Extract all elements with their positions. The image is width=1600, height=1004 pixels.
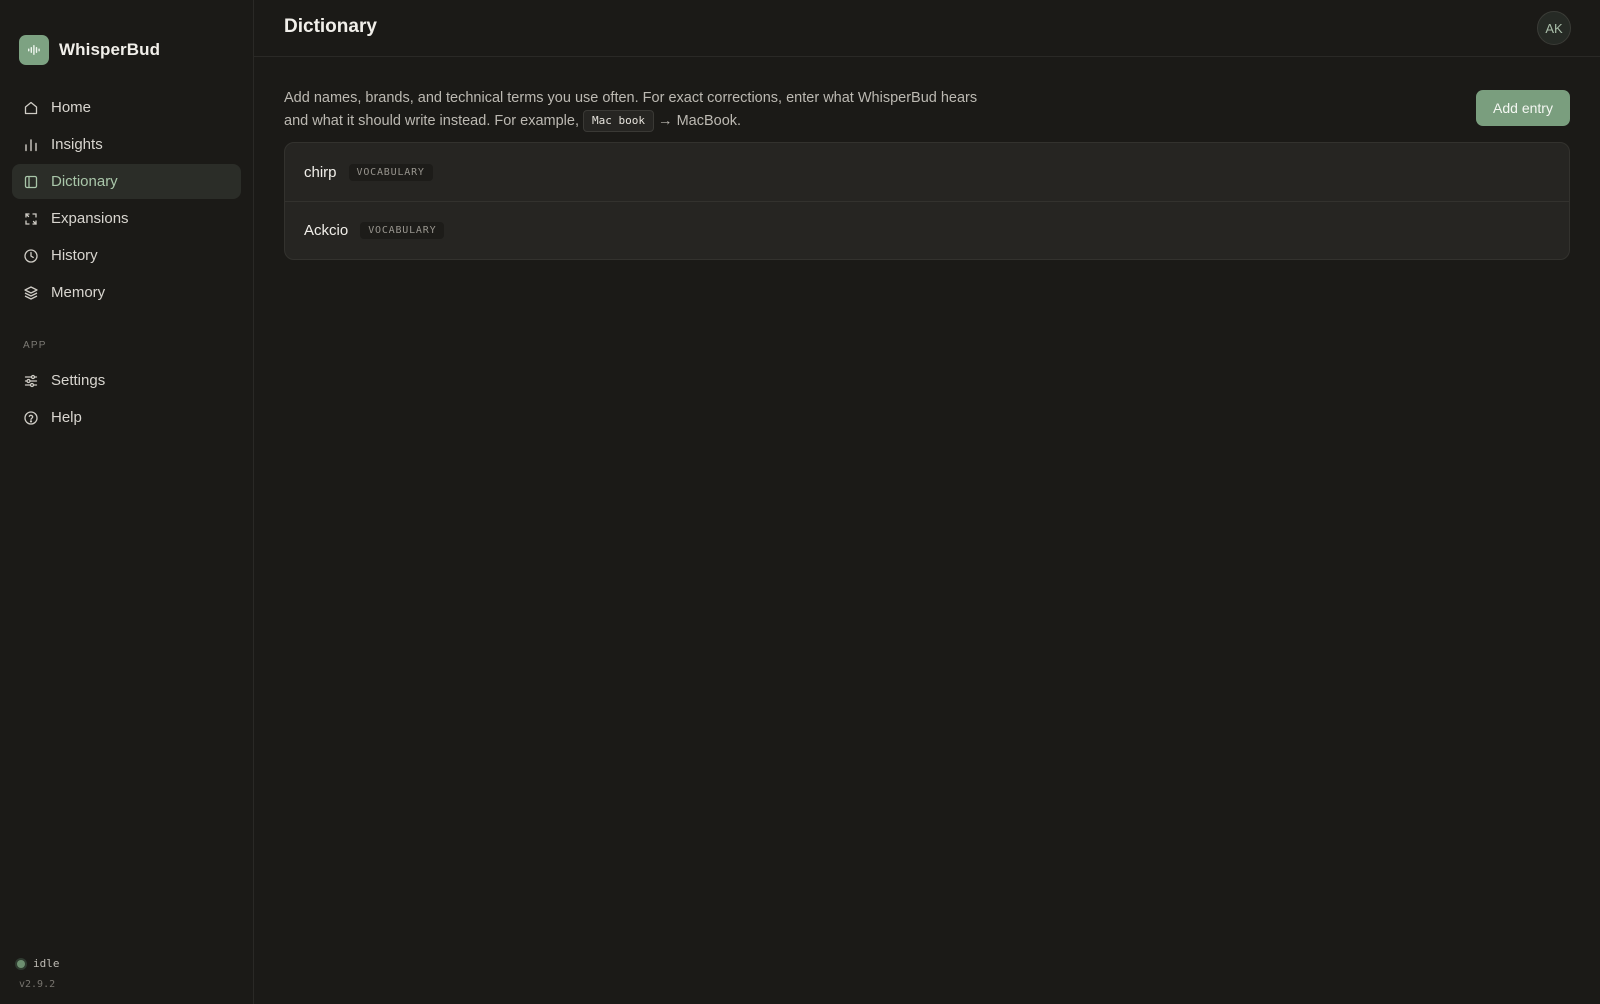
sidebar-item-settings[interactable]: Settings — [12, 363, 241, 398]
sidebar-item-history[interactable]: History — [12, 238, 241, 273]
dictionary-list: chirp VOCABULARY Ackcio VOCABULARY — [284, 142, 1570, 260]
layers-icon — [23, 285, 39, 301]
book-icon — [23, 174, 39, 190]
sidebar: WhisperBud Home Insights Dictionary Expa… — [0, 0, 254, 1004]
entry-type-badge: VOCABULARY — [360, 222, 445, 239]
example-written: MacBook. — [676, 113, 742, 129]
list-item[interactable]: chirp VOCABULARY — [285, 143, 1569, 201]
sliders-icon — [23, 373, 39, 389]
sidebar-item-label: Dictionary — [51, 173, 118, 190]
help-circle-icon — [23, 410, 39, 426]
list-item[interactable]: Ackcio VOCABULARY — [285, 201, 1569, 259]
sidebar-item-label: Home — [51, 99, 92, 116]
avatar[interactable]: AK — [1537, 11, 1571, 45]
sidebar-item-label: Settings — [51, 372, 106, 389]
sidebar-item-label: Memory — [51, 284, 106, 301]
sidebar-item-label: Insights — [51, 136, 103, 153]
brand[interactable]: WhisperBud — [12, 24, 241, 76]
sidebar-item-dictionary[interactable]: Dictionary — [12, 164, 241, 199]
sidebar-item-insights[interactable]: Insights — [12, 127, 241, 162]
expand-icon — [23, 211, 39, 227]
app-window: WhisperBud Home Insights Dictionary Expa… — [0, 0, 1600, 1004]
status-text: idle — [33, 957, 60, 970]
clock-icon — [23, 248, 39, 264]
entry-term: chirp — [304, 163, 337, 181]
top-bar: Dictionary AK — [254, 0, 1600, 57]
dictionary-content: Add names, brands, and technical terms y… — [254, 57, 1600, 260]
main-panel: Dictionary AK Add names, brands, and tec… — [254, 0, 1600, 1004]
sidebar-item-label: Expansions — [51, 210, 129, 227]
add-entry-button[interactable]: Add entry — [1476, 90, 1570, 126]
main-nav: Home Insights Dictionary Expansions Hist… — [12, 90, 241, 435]
sidebar-item-expansions[interactable]: Expansions — [12, 201, 241, 236]
brand-name: WhisperBud — [59, 40, 161, 59]
home-icon — [23, 100, 39, 116]
section-label-app: APP — [23, 340, 47, 351]
status-indicator: idle — [17, 957, 60, 970]
waveform-icon — [19, 35, 49, 65]
arrow-icon: → — [658, 113, 673, 129]
version-label: v2.9.2 — [19, 979, 56, 990]
intro-text: Add names, brands, and technical terms y… — [284, 87, 984, 133]
sidebar-item-label: History — [51, 247, 98, 264]
sidebar-item-label: Help — [51, 409, 82, 426]
status-dot — [17, 959, 25, 968]
bar-chart-icon — [23, 137, 39, 153]
entry-type-badge: VOCABULARY — [348, 163, 433, 181]
sidebar-item-home[interactable]: Home — [12, 90, 241, 125]
intro-row: Add names, brands, and technical terms y… — [284, 87, 1570, 133]
example-heard-chip: Mac book — [583, 110, 654, 132]
entry-term: Ackcio — [304, 222, 349, 239]
page-title: Dictionary — [284, 16, 377, 37]
sidebar-item-memory[interactable]: Memory — [12, 275, 241, 310]
sidebar-item-help[interactable]: Help — [12, 400, 241, 435]
